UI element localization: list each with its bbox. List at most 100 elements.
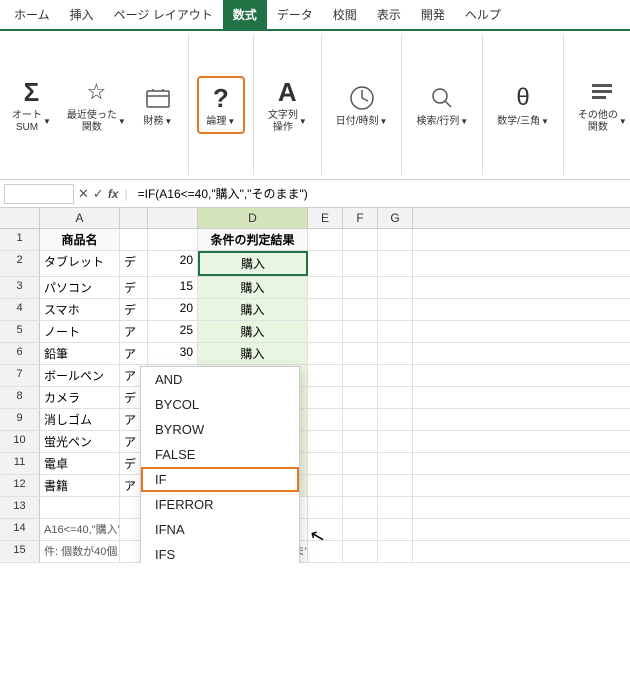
cell-a7[interactable]: ボールペン bbox=[40, 365, 120, 386]
logic-button[interactable]: ? 論理 ▼ bbox=[197, 76, 245, 134]
tab-data[interactable]: データ bbox=[267, 0, 323, 29]
search-icon bbox=[426, 82, 458, 114]
cell-g11 bbox=[378, 453, 413, 474]
cell-d2[interactable]: 購入 bbox=[198, 251, 308, 276]
cell-c2[interactable]: 20 bbox=[148, 251, 198, 276]
finance-icon bbox=[142, 82, 174, 114]
cell-a10[interactable]: 蛍光ペン bbox=[40, 431, 120, 452]
tab-review[interactable]: 校閲 bbox=[323, 0, 367, 29]
formula-bar: ✕ ✓ fx | =IF(A16<=40,"購入","そのまま") bbox=[0, 180, 630, 208]
cell-a3[interactable]: パソコン bbox=[40, 277, 120, 298]
cell-a5[interactable]: ノート bbox=[40, 321, 120, 342]
cell-d1[interactable]: 条件の判定結果 bbox=[198, 229, 308, 250]
trigon-button[interactable]: θ 数学/三角 ▼ bbox=[491, 78, 555, 132]
autosum-label: オートSUM bbox=[12, 110, 42, 134]
text-ops-button[interactable]: A 文字列操作 ▼ bbox=[262, 72, 313, 138]
table-row: 2 タブレット デ 20 購入 bbox=[0, 251, 630, 277]
insert-function-icon[interactable]: fx bbox=[108, 187, 119, 201]
cell-b3[interactable]: デ bbox=[120, 277, 148, 298]
table-row: 6 鉛筆 ア 30 購入 bbox=[0, 343, 630, 365]
cell-d3[interactable]: 購入 bbox=[198, 277, 308, 298]
table-row: 1 商品名 条件の判定結果 bbox=[0, 229, 630, 251]
cell-g2 bbox=[378, 251, 413, 276]
cell-d4[interactable]: 購入 bbox=[198, 299, 308, 320]
row-num-7: 7 bbox=[0, 365, 40, 386]
cell-b5[interactable]: ア bbox=[120, 321, 148, 342]
logic-dropdown: AND BYCOL BYROW FALSE IF IFERROR IFNA IF… bbox=[140, 366, 300, 563]
text-group: A 文字列操作 ▼ bbox=[262, 35, 322, 175]
cell-f5 bbox=[343, 321, 378, 342]
cell-g9 bbox=[378, 409, 413, 430]
dropdown-item-bycol[interactable]: BYCOL bbox=[141, 392, 299, 417]
cell-f8 bbox=[343, 387, 378, 408]
cell-g13 bbox=[378, 497, 413, 518]
dropdown-item-ifna[interactable]: IFNA bbox=[141, 517, 299, 542]
cell-a2[interactable]: タブレット bbox=[40, 251, 120, 276]
cell-a9[interactable]: 消しゴム bbox=[40, 409, 120, 430]
tab-dev[interactable]: 開発 bbox=[411, 0, 455, 29]
cell-e5 bbox=[308, 321, 343, 342]
tab-formula[interactable]: 数式 bbox=[223, 0, 267, 29]
other-funcs-button[interactable]: その他の関数 ▼ bbox=[572, 72, 630, 138]
cell-b2[interactable]: デ bbox=[120, 251, 148, 276]
cell-c6[interactable]: 30 bbox=[148, 343, 198, 364]
cell-g4 bbox=[378, 299, 413, 320]
cell-a6[interactable]: 鉛筆 bbox=[40, 343, 120, 364]
tab-insert[interactable]: 挿入 bbox=[60, 0, 104, 29]
dropdown-item-ifs[interactable]: IFS bbox=[141, 542, 299, 563]
confirm-icon[interactable]: ✓ bbox=[93, 186, 104, 202]
cell-c4[interactable]: 20 bbox=[148, 299, 198, 320]
other-arrow: ▼ bbox=[619, 117, 627, 126]
table-row: 7 ボールペン ア 35 購入 bbox=[0, 365, 630, 387]
cell-a15[interactable]: 件: 個数が40個以下の場 bbox=[40, 541, 120, 562]
col-header-b bbox=[120, 208, 148, 228]
col-header-g: G bbox=[378, 208, 413, 228]
table-row: 11 電卓 デ 55 そのまま bbox=[0, 453, 630, 475]
name-box[interactable] bbox=[4, 184, 74, 204]
cell-f10 bbox=[343, 431, 378, 452]
cell-a11[interactable]: 電卓 bbox=[40, 453, 120, 474]
cell-a8[interactable]: カメラ bbox=[40, 387, 120, 408]
tab-home[interactable]: ホーム bbox=[4, 0, 60, 29]
dropdown-item-iferror[interactable]: IFERROR bbox=[141, 492, 299, 517]
table-row: 15 件: 個数が40個以下の場 との場合は"そのまま" bbox=[0, 541, 630, 563]
cell-d5[interactable]: 購入 bbox=[198, 321, 308, 342]
trigon-group: θ 数学/三角 ▼ bbox=[491, 35, 564, 175]
tab-help[interactable]: ヘルプ bbox=[455, 0, 511, 29]
cell-d6[interactable]: 購入 bbox=[198, 343, 308, 364]
formula-input[interactable]: =IF(A16<=40,"購入","そのまま") bbox=[134, 185, 626, 203]
table-row: 10 蛍光ペン ア 50 そのまま bbox=[0, 431, 630, 453]
cell-c5[interactable]: 25 bbox=[148, 321, 198, 342]
cell-a4[interactable]: スマホ bbox=[40, 299, 120, 320]
cell-e12 bbox=[308, 475, 343, 496]
cancel-icon[interactable]: ✕ bbox=[78, 186, 89, 202]
dropdown-item-if[interactable]: IF bbox=[141, 467, 299, 492]
col-header-d: D bbox=[198, 208, 308, 228]
row-num-8: 8 bbox=[0, 387, 40, 408]
cell-c3[interactable]: 15 bbox=[148, 277, 198, 298]
cell-f2 bbox=[343, 251, 378, 276]
datetime-group: 日付/時刻 ▼ bbox=[330, 35, 403, 175]
recent-funcs-button[interactable]: ☆ 最近使った関数 ▼ bbox=[61, 72, 132, 138]
dropdown-item-and[interactable]: AND bbox=[141, 367, 299, 392]
cell-b6[interactable]: ア bbox=[120, 343, 148, 364]
search-row-button[interactable]: 検索/行列 ▼ bbox=[410, 78, 474, 132]
recent-label: 最近使った関数 bbox=[67, 110, 117, 134]
table-row: 5 ノート ア 25 購入 bbox=[0, 321, 630, 343]
cell-g10 bbox=[378, 431, 413, 452]
cell-f3 bbox=[343, 277, 378, 298]
datetime-arrow: ▼ bbox=[380, 117, 388, 126]
ribbon-tabs: ホーム 挿入 ページ レイアウト 数式 データ 校閲 表示 開発 ヘルプ bbox=[0, 0, 630, 31]
dropdown-item-false[interactable]: FALSE bbox=[141, 442, 299, 467]
cell-a12[interactable]: 書籍 bbox=[40, 475, 120, 496]
dropdown-item-byrow[interactable]: BYROW bbox=[141, 417, 299, 442]
tab-page-layout[interactable]: ページ レイアウト bbox=[104, 0, 223, 29]
cell-b4[interactable]: デ bbox=[120, 299, 148, 320]
tab-view[interactable]: 表示 bbox=[367, 0, 411, 29]
finance-button[interactable]: 財務 ▼ bbox=[136, 78, 180, 132]
datetime-button[interactable]: 日付/時刻 ▼ bbox=[330, 78, 394, 132]
search-arrow: ▼ bbox=[460, 117, 468, 126]
cell-a14[interactable]: A16<=40,"購入","そのま bbox=[40, 519, 120, 540]
cell-a1[interactable]: 商品名 bbox=[40, 229, 120, 250]
autosum-button[interactable]: Σ オートSUM ▼ bbox=[6, 72, 57, 138]
